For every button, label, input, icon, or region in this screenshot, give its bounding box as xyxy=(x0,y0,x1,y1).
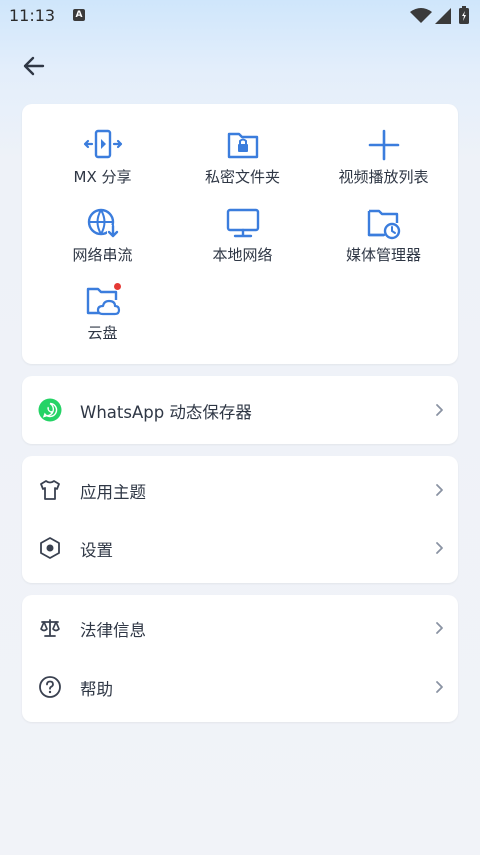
app-theme-label: 应用主题 xyxy=(80,483,146,502)
network-stream-item[interactable]: 网络串流 xyxy=(30,206,175,265)
help-label: 帮助 xyxy=(80,680,113,699)
cloud-drive-item[interactable]: 云盘 xyxy=(30,283,175,343)
status-bar: 11:13 A xyxy=(0,0,480,32)
local-network-label: 本地网络 xyxy=(212,246,273,264)
arrow-left-icon xyxy=(23,56,45,76)
video-playlist-item[interactable]: 视频播放列表 xyxy=(311,128,456,187)
status-time: 11:13 xyxy=(9,6,56,25)
help-row[interactable]: 帮助 xyxy=(22,658,458,716)
private-folder-item[interactable]: 私密文件夹 xyxy=(170,128,315,187)
battery-icon xyxy=(459,6,469,24)
network-stream-icon xyxy=(83,206,123,240)
notification-badge xyxy=(113,283,121,290)
plus-icon xyxy=(364,128,404,162)
mx-share-icon xyxy=(83,128,123,162)
settings-hexagon-icon xyxy=(40,537,60,559)
media-manager-icon xyxy=(364,206,404,240)
shirt-icon xyxy=(40,480,60,500)
tools-card: MX 分享 私密文件夹 视频播放列表 网络串流 本地网络 媒体管理器 云盘 xyxy=(22,104,458,364)
cloud-drive-icon xyxy=(83,283,123,318)
app-theme-row[interactable]: 应用主题 xyxy=(22,461,458,519)
cell-signal-icon xyxy=(435,8,451,24)
chevron-right-icon xyxy=(436,404,443,416)
chevron-right-icon xyxy=(436,484,443,496)
chevron-right-icon xyxy=(436,681,443,693)
media-manager-item[interactable]: 媒体管理器 xyxy=(311,206,456,265)
settings-row[interactable]: 设置 xyxy=(22,519,458,577)
whatsapp-icon xyxy=(38,398,62,422)
whatsapp-saver-row[interactable]: WhatsApp 动态保存器 xyxy=(22,381,458,439)
media-manager-label: 媒体管理器 xyxy=(345,246,421,264)
legal-info-row[interactable]: 法律信息 xyxy=(22,599,458,657)
info-card: 法律信息 帮助 xyxy=(22,595,458,722)
scales-icon xyxy=(40,619,60,637)
whatsapp-card: WhatsApp 动态保存器 xyxy=(22,376,458,444)
cloud-drive-label: 云盘 xyxy=(87,324,118,342)
legal-info-label: 法律信息 xyxy=(80,621,146,640)
mx-share-label: MX 分享 xyxy=(73,168,132,186)
private-folder-icon xyxy=(223,128,263,162)
settings-label: 设置 xyxy=(80,541,113,560)
local-network-icon xyxy=(223,206,263,240)
private-folder-label: 私密文件夹 xyxy=(204,168,280,186)
local-network-item[interactable]: 本地网络 xyxy=(170,206,315,265)
notification-a-icon: A xyxy=(73,9,85,21)
network-stream-label: 网络串流 xyxy=(72,246,133,264)
whatsapp-saver-label: WhatsApp 动态保存器 xyxy=(80,403,252,422)
preferences-card: 应用主题 设置 xyxy=(22,456,458,583)
mx-share-item[interactable]: MX 分享 xyxy=(30,128,175,187)
help-icon xyxy=(39,676,61,698)
chevron-right-icon xyxy=(436,542,443,554)
video-playlist-label: 视频播放列表 xyxy=(338,168,429,186)
wifi-icon xyxy=(410,8,432,23)
back-button[interactable] xyxy=(20,52,48,80)
chevron-right-icon xyxy=(436,622,443,634)
